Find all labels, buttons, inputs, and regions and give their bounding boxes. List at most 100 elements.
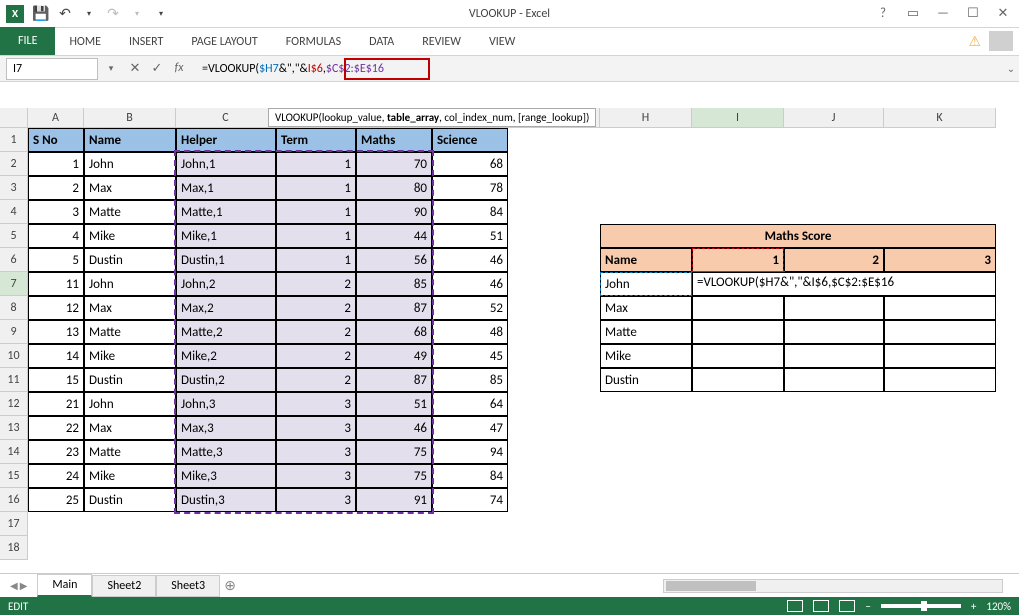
cell-r15-c2[interactable]: Mike,3 [176,464,276,488]
user-avatar-icon[interactable] [989,31,1013,51]
cell-r12-c5[interactable]: 64 [432,392,508,416]
cell-r7-c4[interactable]: 85 [356,272,432,296]
cell-r14-c4[interactable]: 75 [356,440,432,464]
cell-r10-c4[interactable]: 49 [356,344,432,368]
tab-page-layout[interactable]: PAGE LAYOUT [177,29,271,55]
main-header-1[interactable]: Name [84,128,176,152]
tab-view[interactable]: VIEW [475,29,529,55]
horizontal-scrollbar[interactable] [663,579,1003,595]
col-header-B[interactable]: B [84,108,176,128]
cell-r13-c1[interactable]: Max [84,416,176,440]
cell-r16-c2[interactable]: Dustin,3 [176,488,276,512]
cell-r8-c5[interactable]: 52 [432,296,508,320]
sheet-tab-sheet3[interactable]: Sheet3 [156,575,220,597]
cell-r15-c0[interactable]: 24 [28,464,84,488]
cell-r12-c4[interactable]: 51 [356,392,432,416]
lookup-header-0[interactable]: Name [600,248,692,272]
qat-customize-icon[interactable]: ▾ [150,3,172,25]
row-header-15[interactable]: 15 [0,464,28,488]
redo-dropdown-icon[interactable]: ▾ [126,3,148,25]
cell-r5-c5[interactable]: 51 [432,224,508,248]
col-header-K[interactable]: K [884,108,996,128]
tab-insert[interactable]: INSERT [115,29,177,55]
zoom-slider[interactable] [881,604,961,608]
view-page-break-icon[interactable] [839,600,855,612]
cell-r6-c4[interactable]: 56 [356,248,432,272]
cell-r14-c5[interactable]: 94 [432,440,508,464]
col-header-I[interactable]: I [692,108,784,128]
cell-r9-c0[interactable]: 13 [28,320,84,344]
cell-r11-c4[interactable]: 87 [356,368,432,392]
row-header-9[interactable]: 9 [0,320,28,344]
lookup-header-3[interactable]: 3 [884,248,996,272]
cell-r3-c4[interactable]: 80 [356,176,432,200]
cell-r10-c1[interactable]: Mike [84,344,176,368]
zoom-out-icon[interactable]: − [865,600,870,613]
lookup-name-1[interactable]: Max [600,296,692,320]
cell-r2-c4[interactable]: 70 [356,152,432,176]
cell-r3-c3[interactable]: 1 [276,176,356,200]
save-icon[interactable]: 💾 [30,3,52,25]
cell-r7-c0[interactable]: 11 [28,272,84,296]
row-header-14[interactable]: 14 [0,440,28,464]
lookup-cell-r1-c9[interactable] [784,296,884,320]
cell-r11-c1[interactable]: Dustin [84,368,176,392]
warning-icon[interactable]: ⚠ [968,33,981,50]
lookup-cell-r4-c10[interactable] [884,368,996,392]
cancel-formula-icon[interactable]: ✕ [126,61,144,76]
row-header-6[interactable]: 6 [0,248,28,272]
cell-r12-c0[interactable]: 21 [28,392,84,416]
cell-r4-c4[interactable]: 90 [356,200,432,224]
lookup-cell-r3-c8[interactable] [692,344,784,368]
cell-r12-c3[interactable]: 3 [276,392,356,416]
cell-r8-c3[interactable]: 2 [276,296,356,320]
col-header-H[interactable]: H [600,108,692,128]
tab-home[interactable]: HOME [55,29,115,55]
row-header-4[interactable]: 4 [0,200,28,224]
row-header-1[interactable]: 1 [0,128,28,152]
cell-r10-c5[interactable]: 45 [432,344,508,368]
cell-r6-c0[interactable]: 5 [28,248,84,272]
insert-function-icon[interactable]: fx [170,61,188,76]
undo-dropdown-icon[interactable]: ▾ [78,3,100,25]
minimize-icon[interactable]: — [931,4,955,24]
lookup-cell-r2-c8[interactable] [692,320,784,344]
cell-r15-c1[interactable]: Mike [84,464,176,488]
row-header-3[interactable]: 3 [0,176,28,200]
tab-data[interactable]: DATA [355,29,408,55]
cell-r6-c1[interactable]: Dustin [84,248,176,272]
cell-r16-c1[interactable]: Dustin [84,488,176,512]
cell-r2-c1[interactable]: John [84,152,176,176]
tab-file[interactable]: FILE [0,27,55,55]
cell-r9-c2[interactable]: Matte,2 [176,320,276,344]
cell-r3-c5[interactable]: 78 [432,176,508,200]
lookup-name-2[interactable]: Matte [600,320,692,344]
cell-r15-c4[interactable]: 75 [356,464,432,488]
cell-r14-c3[interactable]: 3 [276,440,356,464]
main-header-4[interactable]: Maths [356,128,432,152]
main-header-5[interactable]: Science [432,128,508,152]
zoom-in-icon[interactable]: + [971,600,976,613]
cell-r11-c0[interactable]: 15 [28,368,84,392]
cell-r3-c2[interactable]: Max,1 [176,176,276,200]
cell-r9-c4[interactable]: 68 [356,320,432,344]
sheet-nav-next-icon[interactable]: ▶ [20,579,28,592]
row-header-10[interactable]: 10 [0,344,28,368]
sheet-tab-main[interactable]: Main [37,574,92,597]
maximize-icon[interactable]: ☐ [961,4,985,24]
cell-r16-c0[interactable]: 25 [28,488,84,512]
tab-formulas[interactable]: FORMULAS [272,29,355,55]
cell-r12-c1[interactable]: John [84,392,176,416]
row-header-2[interactable]: 2 [0,152,28,176]
tab-review[interactable]: REVIEW [408,29,475,55]
lookup-header-2[interactable]: 2 [784,248,884,272]
cell-r4-c0[interactable]: 3 [28,200,84,224]
cell-r9-c1[interactable]: Matte [84,320,176,344]
redo-icon[interactable]: ↷ [102,3,124,25]
view-normal-icon[interactable] [787,600,803,612]
row-header-5[interactable]: 5 [0,224,28,248]
formula-bar-expand-icon[interactable]: ⌄ [1003,62,1019,75]
namebox-dropdown-icon[interactable]: ▾ [104,63,118,74]
ribbon-options-icon[interactable]: ▭ [901,4,925,24]
lookup-cell-r1-c10[interactable] [884,296,996,320]
